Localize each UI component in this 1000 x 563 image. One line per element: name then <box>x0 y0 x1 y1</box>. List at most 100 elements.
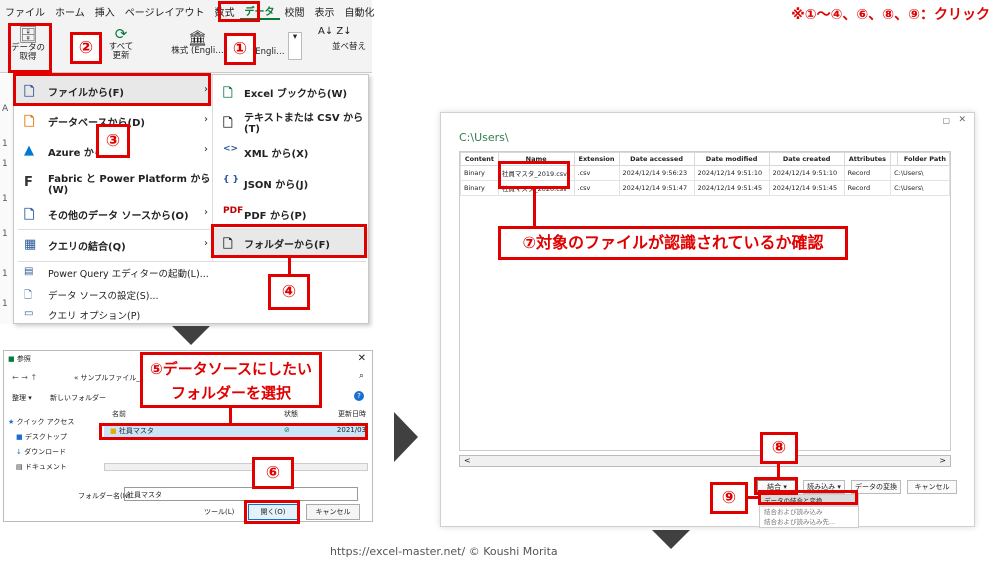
combine-query-icon: ▦ <box>24 237 37 252</box>
cancel-button[interactable]: キャンセル <box>306 504 360 520</box>
menu-item-data-source-settings[interactable]: 🗋 データ ソースの設定(S)... <box>14 284 364 305</box>
scroll-left-icon[interactable]: < <box>464 456 471 465</box>
excel-icon: 🗋 <box>223 86 233 100</box>
badge-4: ④ <box>268 274 310 310</box>
chevron-right-icon: › <box>204 144 208 155</box>
power-query-icon: ▤ <box>24 266 34 277</box>
sheet-row-headers: A 1 1 1 1 1 1 <box>0 74 13 324</box>
menu-item-other-sources[interactable]: 🗋 その他のデータ ソースから(O) › <box>14 199 212 229</box>
tools-button[interactable]: ツール(L) <box>204 507 234 517</box>
window-cancel-button[interactable]: キャンセル <box>907 480 957 494</box>
minimize-icon[interactable]: ▢ <box>942 116 950 125</box>
arrow-down-icon <box>172 326 210 345</box>
excel-icon: ■ <box>8 355 15 363</box>
help-icon[interactable]: ? <box>354 391 364 401</box>
nav-arrows[interactable]: ← → ↑ <box>12 373 37 382</box>
arrow-right-icon <box>394 412 418 462</box>
nav-item-quick-access[interactable]: ★ クイック アクセス <box>8 415 98 430</box>
dropdown-combine-load-to[interactable]: 結合および読み込み先... <box>760 517 858 527</box>
menu-item-from-fabric[interactable]: F Fabric と Power Platform から(W) › <box>14 168 212 198</box>
col-attributes: Attributes <box>843 152 892 166</box>
chevron-right-icon: › <box>204 114 208 125</box>
from-file-highlight <box>13 73 211 106</box>
instruction-text: ※①～④、⑥、⑧、⑨：クリック <box>791 7 990 23</box>
table-hscrollbar[interactable]: < > <box>459 455 951 467</box>
document-icon: ▤ <box>16 463 23 471</box>
badge-8: ⑧ <box>760 432 798 464</box>
pdf-icon: PDF <box>223 206 244 216</box>
submenu-from-xml[interactable]: <> XML から(X) <box>214 137 368 167</box>
col-blank <box>890 152 899 166</box>
database-icon: 🗋 <box>24 115 35 130</box>
sort-button[interactable]: A↓ Z↓ 並べ替え <box>318 26 368 52</box>
desktop-icon: ■ <box>16 433 23 441</box>
options-icon: ▭ <box>24 308 34 319</box>
data-tab-highlight <box>218 1 260 22</box>
col-modified-header[interactable]: 更新日時 <box>338 409 366 419</box>
text-file-icon: 🗋 <box>223 116 233 130</box>
menu-item-combine-queries[interactable]: ▦ クエリの結合(Q) › <box>14 230 212 260</box>
menu-item-query-options[interactable]: ▭ クエリ オプション(P) <box>14 304 364 325</box>
horizontal-scrollbar[interactable] <box>104 463 368 471</box>
xml-icon: <> <box>223 144 239 154</box>
sort-az-icon: A↓ Z↓ <box>318 26 352 37</box>
tab-home[interactable]: ホーム <box>50 4 90 19</box>
chevron-right-icon: › <box>204 176 208 187</box>
arrow-down-icon <box>652 530 690 549</box>
nav-item-documents[interactable]: ▤ ドキュメント <box>8 460 98 475</box>
col-name-header[interactable]: 名前 <box>112 409 126 419</box>
col-status-header[interactable]: 状態 <box>284 409 298 419</box>
json-icon: { } <box>223 175 239 185</box>
col-extension: Extension <box>573 152 620 166</box>
folder-name-input[interactable]: 社員マスタ <box>124 487 358 501</box>
from-folder-highlight <box>211 224 367 258</box>
combine-transform-highlight <box>758 490 858 505</box>
menu-item-power-query-editor[interactable]: ▤ Power Query エディターの起動(L)... <box>14 262 364 283</box>
tab-view[interactable]: 表示 <box>310 4 340 19</box>
file-names-highlight <box>498 161 570 189</box>
nav-pane: ★ クイック アクセス ■ デスクトップ ↓ ダウンロード ▤ ドキュメント <box>8 415 98 475</box>
close-icon[interactable]: ✕ <box>958 115 966 125</box>
breadcrumb[interactable]: « サンプルファイル_F <box>74 373 144 383</box>
submenu-from-csv[interactable]: 🗋 テキストまたは CSV から(T) <box>214 107 368 137</box>
nav-item-downloads[interactable]: ↓ ダウンロード <box>8 445 98 460</box>
excel-ribbon: ファイル ホーム 挿入 ページレイアウト 数式 データ 校閲 表示 自動化 🗄 … <box>0 0 375 73</box>
get-data-highlight <box>8 23 52 73</box>
tab-review[interactable]: 校閲 <box>280 4 310 19</box>
badge-6: ⑥ <box>252 457 294 489</box>
new-folder-button[interactable]: 新しいフォルダー <box>50 393 106 403</box>
dialog-close-icon[interactable]: ✕ <box>358 353 366 364</box>
nav-item-desktop[interactable]: ■ デスクトップ <box>8 430 98 445</box>
dialog-title: ■ 参照 <box>8 355 31 363</box>
submenu-from-excel[interactable]: 🗋 Excel ブックから(W) <box>214 77 368 107</box>
col-date-created: Date created <box>768 152 845 166</box>
star-icon: ★ <box>8 418 15 426</box>
col-content: Content <box>460 152 499 166</box>
tab-insert[interactable]: 挿入 <box>90 4 120 19</box>
other-source-icon: 🗋 <box>24 208 35 223</box>
organize-button[interactable]: 整理 ▾ <box>12 393 32 403</box>
scroll-right-icon[interactable]: > <box>939 456 946 465</box>
footer-credit: https://excel-master.net/ © Koushi Morit… <box>330 545 558 558</box>
col-date-modified: Date modified <box>693 152 770 166</box>
badge-3: ③ <box>96 124 130 158</box>
col-date-accessed: Date accessed <box>618 152 695 166</box>
tab-automate[interactable]: 自動化 <box>340 4 380 19</box>
ribbon-expand-icon[interactable]: ▾ <box>288 32 302 60</box>
transform-data-button[interactable]: データの変換 <box>851 480 901 494</box>
badge-1: ① <box>224 33 256 65</box>
submenu-from-json[interactable]: { } JSON から(J) <box>214 168 368 198</box>
chevron-right-icon: › <box>204 207 208 218</box>
col-folder-path: Folder Path <box>897 152 950 166</box>
ribbon-tabs: ファイル ホーム 挿入 ページレイアウト 数式 データ 校閲 表示 自動化 <box>0 0 375 22</box>
tab-page-layout[interactable]: ページレイアウト <box>120 4 210 19</box>
search-icon[interactable]: ⌕ <box>359 371 364 381</box>
stocks-button[interactable]: 🏛 株式 (Engli… <box>170 30 225 56</box>
open-button-highlight <box>244 500 300 524</box>
download-icon: ↓ <box>16 448 22 456</box>
dropdown-combine-load[interactable]: 結合および読み込み <box>760 507 858 517</box>
tab-file[interactable]: ファイル <box>0 4 50 19</box>
refresh-all-button[interactable]: ⟳ すべて 更新 <box>104 26 138 61</box>
geography-button[interactable]: Engli… <box>250 47 290 57</box>
badge-9: ⑨ <box>710 482 748 514</box>
